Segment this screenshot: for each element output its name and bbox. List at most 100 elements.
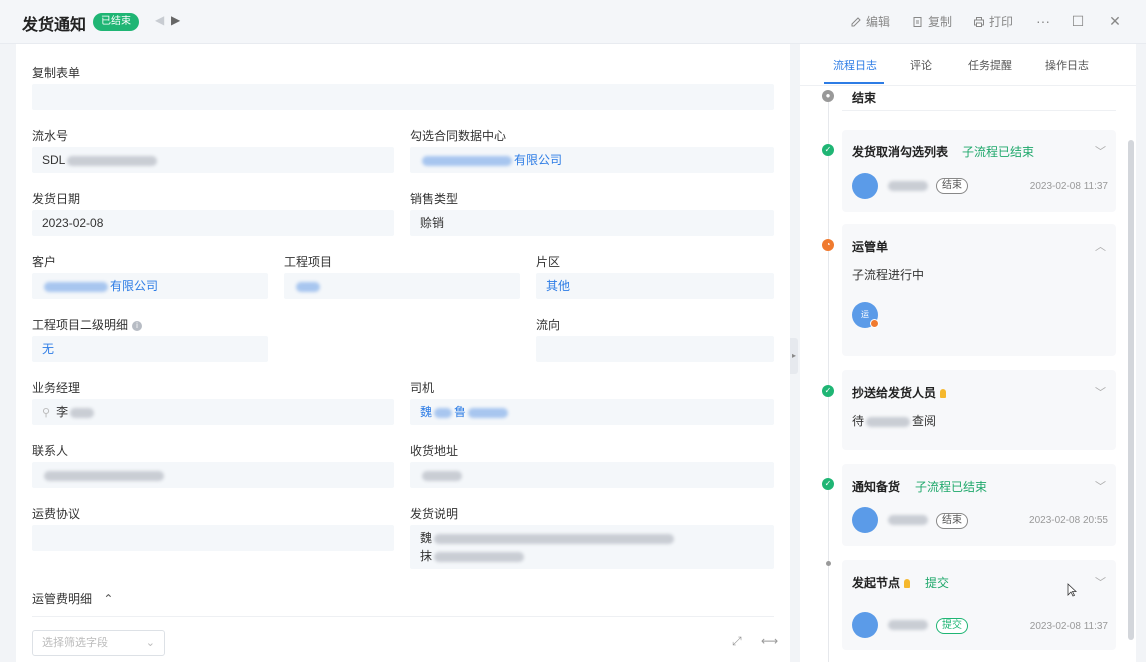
- customer-label: 客户: [32, 255, 57, 269]
- shipping-note-field[interactable]: 魏 抹: [410, 525, 774, 569]
- project-label: 工程项目: [284, 255, 333, 269]
- pending-badge: [870, 319, 879, 328]
- chevron-down-icon: ⌄: [145, 637, 155, 649]
- freight-detail-label: 运管费明细: [32, 592, 93, 606]
- expand-icon[interactable]: ⤢: [732, 634, 742, 649]
- redacted-text: [422, 470, 462, 481]
- business-manager-value: 李: [56, 405, 69, 419]
- check-icon: ✓: [822, 478, 834, 490]
- check-icon: ✓: [822, 144, 834, 156]
- delivery-address-field[interactable]: [410, 462, 774, 488]
- business-manager-label: 业务经理: [32, 381, 81, 395]
- printer-icon: [974, 16, 984, 27]
- status-tag: 提交: [936, 618, 968, 634]
- chevron-down-icon[interactable]: ﹀: [1095, 478, 1106, 494]
- avatar: [852, 507, 878, 533]
- ship-date-field[interactable]: 2023-02-08: [32, 210, 394, 236]
- panel-tabs: 流程日志 评论 任务提醒 操作日志: [800, 44, 1136, 86]
- redacted-text: [888, 620, 928, 630]
- region-label: 片区: [536, 255, 561, 269]
- chevron-down-icon[interactable]: ﹀: [1095, 143, 1106, 159]
- project-detail-label: 工程项目二级明细 i: [32, 316, 143, 333]
- redacted-text: [434, 551, 525, 562]
- redacted-text: [866, 416, 911, 427]
- timestamp: 2023-02-08 11:37: [1029, 621, 1108, 632]
- sales-type-field[interactable]: 赊销: [410, 210, 774, 236]
- chevron-down-icon[interactable]: ﹀: [1095, 574, 1106, 590]
- copy-button[interactable]: 复制: [912, 13, 952, 30]
- timeline-card-start-node[interactable]: 发起节点 提交 ﹀ 提交 2023-02-08 11:37: [842, 560, 1116, 650]
- card-title: 通知备货: [852, 480, 901, 494]
- close-icon[interactable]: ✕: [1108, 14, 1122, 28]
- card-title: 发起节点: [852, 574, 911, 591]
- redacted-text: [67, 155, 158, 166]
- freight-detail-section[interactable]: 运管费明细 ⌃: [32, 590, 113, 607]
- shipping-note-line-1: 魏: [420, 529, 774, 547]
- panel-scrollbar[interactable]: [1128, 140, 1134, 640]
- card-body: 子流程进行中: [852, 268, 925, 282]
- region-field[interactable]: 其他: [536, 273, 774, 299]
- copy-form-label: 复制表单: [32, 66, 81, 80]
- card-body-suffix: 查阅: [912, 414, 937, 428]
- avatar: [852, 173, 878, 199]
- previous-record-icon[interactable]: ◀: [155, 13, 164, 27]
- serial-no-field[interactable]: SDL: [32, 147, 394, 173]
- card-title-text: 发起节点: [852, 576, 901, 590]
- chevron-up-icon[interactable]: ︿: [1095, 238, 1106, 254]
- edit-label: 编辑: [866, 15, 891, 29]
- card-title: 抄送给发货人员: [852, 384, 947, 401]
- print-label: 打印: [989, 15, 1014, 29]
- card-title: 运管单: [852, 240, 889, 254]
- collapse-up-icon[interactable]: ⌃: [103, 592, 113, 606]
- info-icon[interactable]: i: [132, 320, 143, 331]
- shipping-note-label: 发货说明: [410, 507, 459, 521]
- redacted-text: [296, 281, 320, 292]
- redacted-text: [44, 281, 108, 292]
- contract-center-field[interactable]: 有限公司: [410, 147, 774, 173]
- contact-label: 联系人: [32, 444, 69, 458]
- timeline-card-cancel-select[interactable]: 发货取消勾选列表 子流程已结束 ﹀ 结束 2023-02-08 11:37: [842, 130, 1116, 212]
- sales-type-label: 销售类型: [410, 192, 459, 206]
- redacted-text: [44, 470, 164, 481]
- more-icon[interactable]: ···: [1036, 14, 1050, 28]
- fit-width-icon[interactable]: ⟷: [761, 634, 778, 648]
- next-record-icon[interactable]: ▶: [171, 13, 180, 27]
- end-node-title: 结束: [852, 91, 877, 105]
- card-status: 子流程已结束: [962, 145, 1035, 159]
- card-title-text: 抄送给发货人员: [852, 386, 937, 400]
- freight-agreement-field[interactable]: [32, 525, 394, 551]
- divider: [32, 616, 774, 617]
- start-node-dot: [826, 561, 831, 566]
- project-detail-label-text: 工程项目二级明细: [32, 318, 129, 332]
- copy-form-field[interactable]: [32, 84, 774, 110]
- filter-field-select[interactable]: 选择筛选字段 ⌄: [32, 630, 165, 656]
- timeline-card-transport[interactable]: 运管单 ︿ 子流程进行中 运: [842, 224, 1116, 356]
- edit-button[interactable]: 编辑: [850, 13, 890, 30]
- print-button[interactable]: 打印: [973, 13, 1013, 30]
- project-field[interactable]: [284, 273, 520, 299]
- customer-field[interactable]: 有限公司: [32, 273, 268, 299]
- contact-field[interactable]: [32, 462, 394, 488]
- driver-label: 司机: [410, 381, 435, 395]
- copy-label: 复制: [928, 15, 953, 29]
- redacted-text: [468, 407, 509, 418]
- business-manager-field[interactable]: ⚲ 李: [32, 399, 394, 425]
- serial-no-value: SDL: [42, 153, 66, 167]
- panel-collapse-handle[interactable]: ▸: [790, 338, 798, 374]
- timestamp: 2023-02-08 11:37: [1029, 181, 1108, 192]
- tab-comments[interactable]: 评论: [910, 57, 932, 73]
- tab-operation-log[interactable]: 操作日志: [1045, 57, 1089, 73]
- filter-field-placeholder: 选择筛选字段: [42, 637, 108, 649]
- maximize-icon[interactable]: ☐: [1071, 14, 1085, 28]
- chevron-down-icon[interactable]: ﹀: [1095, 384, 1106, 400]
- timeline-card-cc-shipper[interactable]: 抄送给发货人员 ﹀ 待 查阅: [842, 370, 1116, 450]
- flow-direction-field[interactable]: [536, 336, 774, 362]
- driver-field[interactable]: 魏鲁: [410, 399, 774, 425]
- shipping-note-line-2: 抹: [420, 547, 774, 565]
- project-detail-field[interactable]: 无: [32, 336, 268, 362]
- serial-no-label: 流水号: [32, 129, 69, 143]
- timeline-card-notify-prepare[interactable]: 通知备货 子流程已结束 ﹀ 结束 2023-02-08 20:55: [842, 464, 1116, 546]
- tab-flow-log[interactable]: 流程日志: [833, 57, 877, 73]
- timestamp: 2023-02-08 20:55: [1029, 515, 1108, 526]
- tab-task-reminder[interactable]: 任务提醒: [968, 57, 1012, 73]
